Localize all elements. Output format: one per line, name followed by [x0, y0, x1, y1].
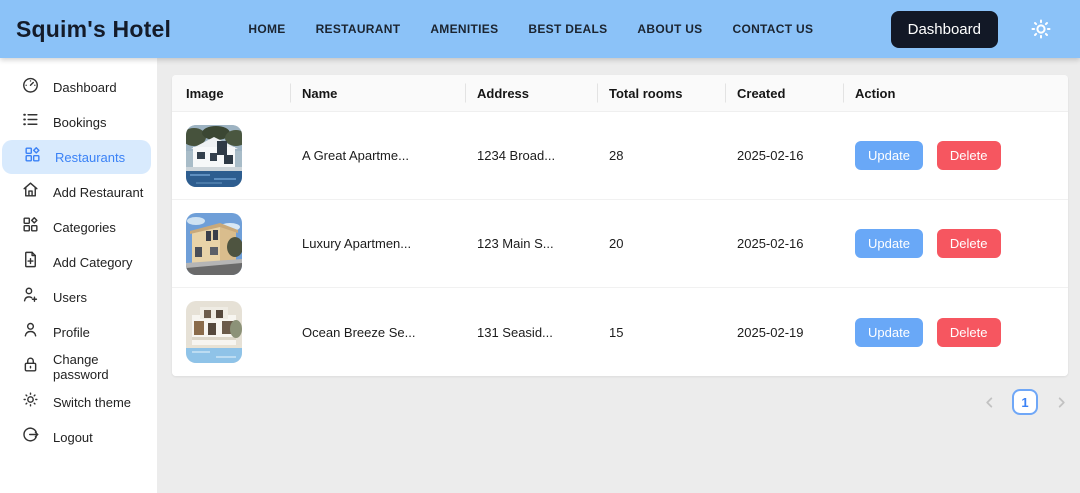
sidebar-item-label: Add Category [53, 254, 133, 270]
nav-home[interactable]: HOME [248, 22, 285, 36]
delete-button[interactable]: Delete [936, 141, 1001, 170]
logout-icon [21, 425, 40, 449]
sidebar-item-add-restaurant[interactable]: Add Restaurant [0, 175, 151, 209]
column-header-image: Image [186, 85, 224, 101]
sidebar-item-profile[interactable]: Profile [0, 315, 151, 349]
sidebar-item-restaurants[interactable]: Restaurants [2, 140, 151, 174]
cell-created: 2025-02-16 [737, 148, 804, 163]
cell-name: Luxury Apartmen... [302, 236, 412, 251]
cell-name: Ocean Breeze Se... [302, 324, 416, 340]
update-button[interactable]: Update [855, 141, 923, 170]
restaurants-table: Image Name Address Total rooms Created A… [172, 75, 1068, 376]
chevron-right-icon[interactable] [1054, 395, 1068, 409]
cell-created: 2025-02-16 [737, 236, 804, 251]
sidebar-item-label: Switch theme [53, 394, 132, 410]
sidebar-item-label: Dashboard [53, 79, 117, 95]
sidebar-item-label: Change password [53, 352, 109, 382]
nav-restaurant[interactable]: RESTAURANT [316, 22, 401, 36]
home-icon [21, 180, 40, 204]
table-header-row: Image Name Address Total rooms Created A… [172, 75, 1068, 112]
brand-title: Squim's Hotel [16, 15, 172, 42]
sun-icon[interactable] [1028, 16, 1054, 42]
nav-contact-us[interactable]: CONTACT US [732, 22, 813, 36]
file-plus-icon [21, 250, 40, 274]
pagination: 1 [172, 389, 1068, 415]
chevron-left-icon[interactable] [982, 395, 996, 409]
main-content: Image Name Address Total rooms Created A… [157, 58, 1080, 493]
cell-created: 2025-02-19 [737, 324, 804, 340]
grid-icon [21, 215, 40, 239]
column-header-address: Address [465, 86, 597, 101]
sidebar-item-dashboard[interactable]: Dashboard [0, 70, 151, 104]
grid-icon [23, 145, 42, 169]
restaurant-image [186, 212, 242, 275]
sidebar-item-logout[interactable]: Logout [0, 420, 151, 454]
column-header-total-rooms: Total rooms [597, 86, 725, 101]
dashboard-button[interactable]: Dashboard [890, 10, 998, 48]
sidebar-item-change-password[interactable]: Change password [0, 350, 151, 384]
list-icon [21, 110, 40, 134]
sun-icon [21, 390, 40, 414]
sidebar-item-bookings[interactable]: Bookings [0, 105, 151, 139]
nav-amenities[interactable]: AMENITIES [430, 22, 498, 36]
main-nav: HOME RESTAURANT AMENITIES BEST DEALS ABO… [171, 22, 891, 36]
nav-best-deals[interactable]: BEST DEALS [528, 22, 607, 36]
cell-address: 123 Main S... [477, 236, 554, 251]
sidebar: Dashboard Bookings Restaurants Add Resta… [0, 58, 157, 493]
delete-button[interactable]: Delete [936, 229, 1001, 258]
delete-button[interactable]: Delete [936, 317, 1001, 347]
top-navbar: Squim's Hotel HOME RESTAURANT AMENITIES … [0, 0, 1080, 58]
update-button[interactable]: Update [855, 317, 923, 347]
lock-icon [21, 355, 40, 379]
restaurant-image [186, 301, 242, 363]
users-icon [21, 285, 40, 309]
gauge-icon [21, 75, 40, 99]
sidebar-item-label: Logout [53, 429, 93, 445]
sidebar-item-label: Users [53, 289, 87, 305]
table-row: Ocean Breeze Se... 131 Seasid... 15 2025… [172, 288, 1068, 376]
table-row: Luxury Apartmen... 123 Main S... 20 2025… [172, 200, 1068, 288]
sidebar-item-label: Bookings [53, 114, 107, 130]
restaurant-image [186, 124, 242, 187]
cell-address: 131 Seasid... [477, 324, 553, 340]
column-header-created: Created [725, 86, 843, 101]
page-number[interactable]: 1 [1012, 389, 1038, 415]
column-header-action: Action [843, 86, 1054, 101]
cell-address: 1234 Broad... [477, 148, 556, 163]
sidebar-item-label: Categories [53, 219, 116, 235]
sidebar-item-label: Profile [53, 324, 90, 340]
update-button[interactable]: Update [855, 229, 923, 258]
cell-total-rooms: 28 [609, 148, 624, 163]
sidebar-item-add-category[interactable]: Add Category [0, 245, 151, 279]
user-icon [21, 320, 40, 344]
cell-name: A Great Apartme... [302, 148, 409, 163]
sidebar-item-label: Add Restaurant [53, 184, 144, 200]
nav-about-us[interactable]: ABOUT US [637, 22, 702, 36]
column-header-name: Name [290, 86, 465, 101]
sidebar-item-label: Restaurants [55, 149, 126, 165]
cell-total-rooms: 15 [609, 324, 624, 340]
sidebar-item-users[interactable]: Users [0, 280, 151, 314]
table-row: A Great Apartme... 1234 Broad... 28 2025… [172, 112, 1068, 200]
sidebar-item-switch-theme[interactable]: Switch theme [0, 385, 151, 419]
cell-total-rooms: 20 [609, 236, 624, 251]
sidebar-item-categories[interactable]: Categories [0, 210, 151, 244]
